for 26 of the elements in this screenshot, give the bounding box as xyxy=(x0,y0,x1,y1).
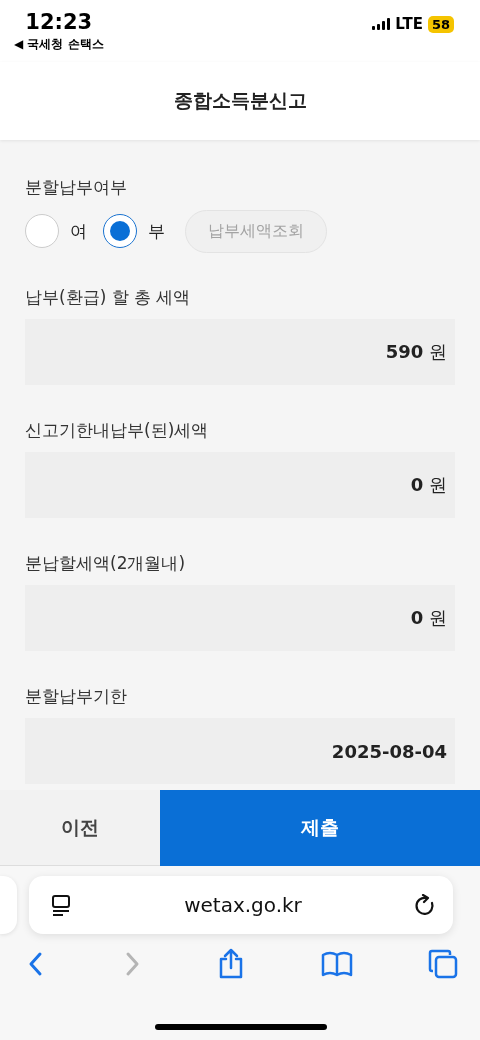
field-value: 0 원 xyxy=(410,473,447,497)
field-value: 0 원 xyxy=(410,606,447,630)
battery-level: 58 xyxy=(427,15,454,33)
field-label: 분할납부여부 xyxy=(25,177,128,197)
submit-button[interactable]: 제출 xyxy=(160,790,480,866)
signal-icon xyxy=(372,18,391,30)
network-label: LTE xyxy=(395,15,423,33)
clock: 12:23 xyxy=(25,9,93,34)
share-icon[interactable] xyxy=(217,948,245,980)
field-label: 납부(환급) 할 총 세액 xyxy=(25,287,192,307)
radio-option[interactable]: 부 xyxy=(103,214,165,248)
bookmarks-icon[interactable] xyxy=(320,950,353,978)
back-to-app-link[interactable]: ◀ 국세청 손택스 xyxy=(14,35,104,53)
page-menu-icon[interactable] xyxy=(51,894,71,916)
page-title: 종합소득분신고 xyxy=(173,88,307,113)
radio-option[interactable]: 여 xyxy=(25,214,87,248)
field-label: 신고기한내납부(된)세액 xyxy=(25,420,210,440)
field-value: 2025-08-04 xyxy=(331,740,447,762)
reload-icon[interactable] xyxy=(415,894,435,916)
field-label: 분납할세액(2개월내) xyxy=(25,553,187,573)
address-bar[interactable]: wetax.go.kr xyxy=(29,876,453,934)
url-text: wetax.go.kr xyxy=(184,893,302,917)
field-value: 590 원 xyxy=(385,340,447,364)
radio-button[interactable] xyxy=(103,214,137,248)
field-label: 분할납부기한 xyxy=(25,686,128,706)
tabs-icon[interactable] xyxy=(428,949,458,979)
